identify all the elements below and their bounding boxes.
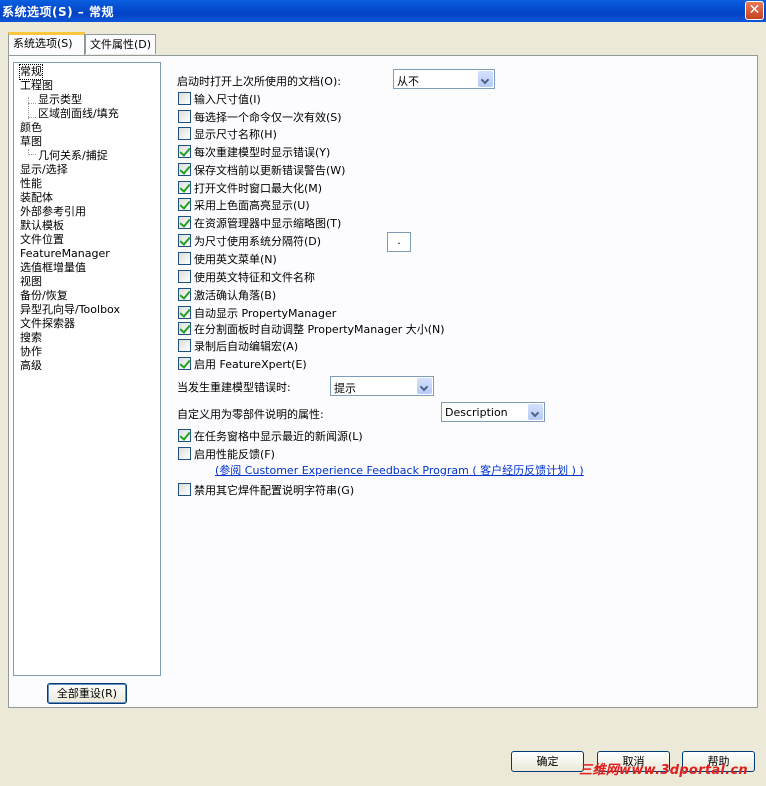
custom-property-dropdown[interactable]: Description bbox=[441, 402, 545, 422]
tree-item-drawings[interactable]: 工程图 bbox=[20, 79, 53, 93]
tree-item-performance[interactable]: 性能 bbox=[20, 177, 42, 191]
checkbox-system-separators[interactable] bbox=[178, 234, 191, 247]
checkbox-label: 录制后自动编辑宏(A) bbox=[194, 340, 299, 353]
tree-item-default-templates[interactable]: 默认模板 bbox=[20, 219, 64, 233]
checkbox-input-dimension[interactable] bbox=[178, 92, 191, 105]
tree-item-file-locations[interactable]: 文件位置 bbox=[20, 233, 64, 247]
tree-item-colors[interactable]: 颜色 bbox=[20, 121, 42, 135]
reset-all-button[interactable]: 全部重设(R) bbox=[47, 683, 127, 704]
tree-item-advanced[interactable]: 高级 bbox=[20, 359, 42, 373]
rebuild-error-dropdown[interactable]: 提示 bbox=[330, 376, 434, 396]
checkbox-label: 使用英文菜单(N) bbox=[194, 253, 277, 266]
checkbox-confirmation-corner[interactable] bbox=[178, 288, 191, 301]
checkbox-news-feed[interactable] bbox=[178, 429, 191, 442]
separator-input[interactable]: . bbox=[387, 232, 411, 252]
tree-item-external-references[interactable]: 外部参考引用 bbox=[20, 205, 86, 219]
chevron-down-icon[interactable] bbox=[478, 71, 493, 87]
tree-connector bbox=[28, 103, 36, 104]
checkbox-auto-show-propertymanager[interactable] bbox=[178, 306, 191, 319]
rebuild-error-label: 当发生重建模型错误时: bbox=[177, 381, 291, 394]
ok-button[interactable]: 确定 bbox=[511, 751, 584, 772]
checkbox-label: 每选择一个命令仅一次有效(S) bbox=[194, 111, 342, 124]
checkbox-label: 使用英文特征和文件名称 bbox=[194, 271, 315, 284]
options-tree[interactable]: 常规 工程图 显示类型 区域剖面线/填充 颜色 草图 几何关系/捕捉 显示/选择… bbox=[13, 62, 161, 676]
custom-property-value: Description bbox=[445, 406, 508, 419]
tree-item-spin-box-increments[interactable]: 选值框增量值 bbox=[20, 261, 86, 275]
chevron-down-icon[interactable] bbox=[417, 378, 432, 394]
checkbox-show-errors-rebuild[interactable] bbox=[178, 145, 191, 158]
tree-item-featuremanager[interactable]: FeatureManager bbox=[20, 247, 110, 261]
checkbox-show-dimension-names[interactable] bbox=[178, 127, 191, 140]
window-title: 系统选项(S) – 常规 bbox=[2, 5, 114, 19]
tree-item-hole-wizard-toolbox[interactable]: 异型孔向导/Toolbox bbox=[20, 303, 120, 317]
rebuild-error-value: 提示 bbox=[334, 382, 356, 395]
checkbox-label: 自动显示 PropertyManager bbox=[194, 307, 337, 320]
checkbox-edit-macro[interactable] bbox=[178, 339, 191, 352]
tree-item-view[interactable]: 视图 bbox=[20, 275, 42, 289]
open-last-dropdown[interactable]: 从不 bbox=[393, 69, 495, 89]
tree-item-relations-snaps[interactable]: 几何关系/捕捉 bbox=[38, 149, 108, 163]
checkbox-enable-featurexpert[interactable] bbox=[178, 357, 191, 370]
checkbox-label: 为尺寸使用系统分隔符(D) bbox=[194, 235, 322, 248]
tree-connector bbox=[28, 97, 29, 119]
title-bar: 系统选项(S) – 常规 ✕ bbox=[0, 0, 766, 22]
checkbox-label: 激活确认角落(B) bbox=[194, 289, 277, 302]
tab-document-properties[interactable]: 文件属性(D) bbox=[85, 34, 156, 54]
checkbox-label: 在任务窗格中显示最近的新闻源(L) bbox=[194, 430, 363, 443]
feedback-program-link[interactable]: (参阅 Customer Experience Feedback Program… bbox=[215, 462, 584, 478]
watermark: 三维网www.3dportal.cn bbox=[579, 763, 748, 778]
tree-item-area-hatch[interactable]: 区域剖面线/填充 bbox=[38, 107, 119, 121]
tree-item-general[interactable]: 常规 bbox=[19, 64, 43, 80]
tab-label: 系统选项(S) bbox=[13, 37, 73, 50]
tree-item-display-style[interactable]: 显示类型 bbox=[38, 93, 82, 107]
checkbox-maximize-window[interactable] bbox=[178, 181, 191, 194]
tree-item-display-selection[interactable]: 显示/选择 bbox=[20, 163, 68, 177]
checkbox-single-command[interactable] bbox=[178, 110, 191, 123]
tree-connector bbox=[28, 154, 36, 155]
tab-label: 文件属性(D) bbox=[90, 38, 152, 51]
checkbox-label: 保存文档前以更新错误警告(W) bbox=[194, 164, 346, 177]
tree-item-backup-recover[interactable]: 备份/恢复 bbox=[20, 289, 68, 303]
checkbox-label: 在资源管理器中显示缩略图(T) bbox=[194, 217, 342, 230]
checkbox-label: 显示尺寸名称(H) bbox=[194, 128, 277, 141]
checkbox-explorer-thumbnails[interactable] bbox=[178, 216, 191, 229]
checkbox-auto-size-propertymanager[interactable] bbox=[178, 322, 191, 335]
checkbox-shaded-highlight[interactable] bbox=[178, 198, 191, 211]
tab-system-options[interactable]: 系统选项(S) bbox=[8, 32, 85, 55]
checkbox-label: 在分割面板时自动调整 PropertyManager 大小(N) bbox=[194, 323, 445, 336]
checkbox-english-features[interactable] bbox=[178, 270, 191, 283]
checkbox-label: 启用 FeatureXpert(E) bbox=[194, 358, 307, 371]
open-last-value: 从不 bbox=[397, 75, 419, 88]
checkbox-disable-weldment-strings[interactable] bbox=[178, 483, 191, 496]
tree-item-collaboration[interactable]: 协作 bbox=[20, 345, 42, 359]
checkbox-label: 启用性能反馈(F) bbox=[194, 448, 275, 461]
tree-item-file-explorer[interactable]: 文件探索器 bbox=[20, 317, 75, 331]
tree-connector bbox=[28, 117, 36, 118]
tree-item-sketch[interactable]: 草图 bbox=[20, 135, 42, 149]
checkbox-label: 禁用其它焊件配置说明字符串(G) bbox=[194, 484, 355, 497]
checkbox-label: 输入尺寸值(I) bbox=[194, 93, 261, 106]
tree-item-search[interactable]: 搜索 bbox=[20, 331, 42, 345]
checkbox-label: 每次重建模型时显示错误(Y) bbox=[194, 146, 331, 159]
open-last-label: 启动时打开上次所使用的文档(O): bbox=[177, 75, 341, 88]
close-icon: ✕ bbox=[748, 2, 761, 18]
checkbox-label: 采用上色面高亮显示(U) bbox=[194, 199, 310, 212]
checkbox-label: 打开文件时窗口最大化(M) bbox=[194, 182, 323, 195]
custom-property-label: 自定义用为零部件说明的属性: bbox=[177, 408, 324, 421]
checkbox-warn-before-save[interactable] bbox=[178, 163, 191, 176]
tree-item-assemblies[interactable]: 装配体 bbox=[20, 191, 53, 205]
checkbox-english-menus[interactable] bbox=[178, 252, 191, 265]
close-button[interactable]: ✕ bbox=[745, 1, 764, 20]
checkbox-performance-feedback[interactable] bbox=[178, 447, 191, 460]
chevron-down-icon[interactable] bbox=[528, 404, 543, 420]
